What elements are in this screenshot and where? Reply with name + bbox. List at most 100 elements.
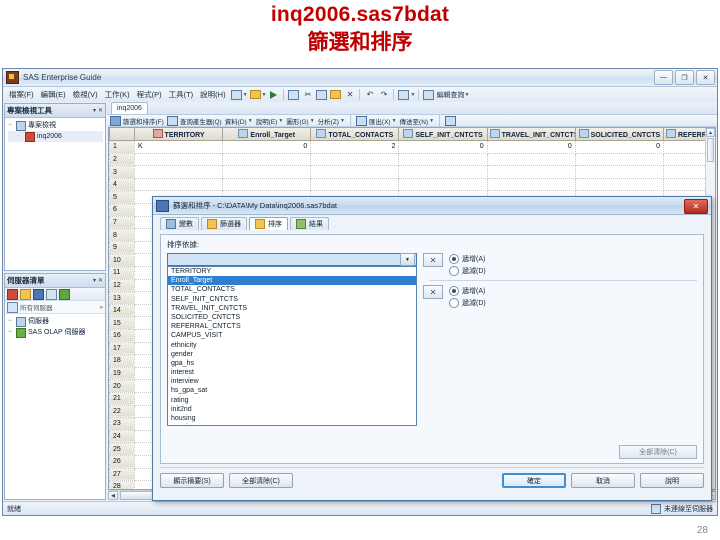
row-number[interactable]: 21 bbox=[109, 391, 135, 406]
table-cell[interactable] bbox=[574, 152, 665, 167]
column-header-travel-init[interactable]: TRAVEL_INIT_CNTCTS bbox=[486, 128, 576, 142]
expand-chevron-icon-olap[interactable]: − bbox=[8, 327, 14, 338]
row-number[interactable]: 14 bbox=[109, 303, 135, 318]
row-number[interactable]: 24 bbox=[109, 429, 135, 444]
export-chevron-down-icon[interactable]: ▼ bbox=[392, 118, 397, 124]
row-number[interactable]: 28 bbox=[109, 480, 135, 489]
row-number[interactable]: 4 bbox=[109, 177, 135, 192]
tab-filter[interactable]: 篩選器 bbox=[201, 217, 247, 230]
menu-file[interactable]: 檔案(F) bbox=[6, 88, 37, 101]
properties-icon[interactable] bbox=[445, 115, 457, 126]
clear-sort-2-button[interactable]: ✕ bbox=[423, 285, 443, 299]
sort-2-ascending[interactable]: 遞增(A) bbox=[449, 286, 486, 296]
table-cell[interactable] bbox=[310, 165, 400, 179]
column-header-total-contacts[interactable]: TOTAL_CONTACTS bbox=[310, 128, 400, 142]
server-tree-item-servers[interactable]: − 伺服器 bbox=[8, 316, 103, 327]
dropdown-option[interactable]: hs_gpa_sat bbox=[168, 386, 416, 395]
project-pane-menu-icon[interactable]: ▾ bbox=[93, 107, 96, 114]
table-cell[interactable] bbox=[574, 165, 665, 179]
menu-help[interactable]: 說明(H) bbox=[197, 88, 228, 101]
table-cell[interactable] bbox=[222, 152, 312, 167]
dropdown-option[interactable]: init2nd bbox=[168, 405, 416, 414]
sort-column-dropdown[interactable]: TERRITORY Enroll_Target TOTAL_CONTACTS SELF… bbox=[167, 266, 417, 426]
project-tree-root[interactable]: − 專案檢視 bbox=[8, 120, 103, 131]
minimize-button[interactable]: — bbox=[654, 70, 673, 85]
dropdown-option[interactable]: rating bbox=[168, 396, 416, 405]
dropdown-option[interactable]: TOTAL_CONTACTS bbox=[168, 285, 416, 294]
table-cell[interactable]: 0 bbox=[574, 140, 665, 154]
server-tree-item-olap[interactable]: − SAS OLAP 伺服器 bbox=[8, 327, 103, 338]
save-icon[interactable] bbox=[287, 88, 300, 101]
menu-program[interactable]: 程式(P) bbox=[134, 88, 165, 101]
clear-all-button[interactable]: 全部清除(C) bbox=[619, 445, 697, 459]
dropdown-option[interactable]: SELF_INIT_CNTCTS bbox=[168, 295, 416, 304]
analyze-chevron-down-icon[interactable]: ▼ bbox=[340, 118, 345, 124]
row-number[interactable]: 18 bbox=[109, 354, 135, 368]
table-cell[interactable] bbox=[398, 152, 488, 167]
help-button[interactable]: 說明 bbox=[640, 473, 704, 488]
dropdown-option[interactable]: Enroll_Target bbox=[168, 276, 416, 286]
edit-query-label[interactable]: 編輯查詢 bbox=[436, 90, 464, 100]
dialog-close-button[interactable]: ✕ bbox=[684, 199, 708, 214]
server-pane-menu-icon[interactable]: ▾ bbox=[93, 277, 96, 284]
row-number[interactable]: 16 bbox=[109, 329, 135, 343]
row-number[interactable]: 12 bbox=[109, 278, 135, 293]
row-number[interactable]: 7 bbox=[109, 215, 135, 230]
refresh-icon[interactable] bbox=[7, 288, 18, 300]
delete-icon[interactable]: ✕ bbox=[343, 88, 356, 101]
query-builder-icon[interactable] bbox=[422, 88, 435, 101]
filter-icon[interactable] bbox=[59, 288, 70, 300]
table-cell[interactable] bbox=[486, 177, 576, 192]
table-cell[interactable] bbox=[486, 165, 576, 179]
project-pane-close-icon[interactable]: ✕ bbox=[98, 107, 103, 114]
table-cell[interactable] bbox=[574, 177, 665, 192]
row-number[interactable]: 20 bbox=[109, 379, 135, 393]
server-icon[interactable] bbox=[33, 288, 44, 300]
row-number[interactable]: 8 bbox=[109, 228, 135, 242]
open-dropdown-chevron-icon[interactable]: ▼ bbox=[262, 92, 267, 98]
dropdown-option[interactable]: gender bbox=[168, 350, 416, 359]
row-number[interactable]: 22 bbox=[109, 404, 135, 419]
row-number[interactable]: 5 bbox=[109, 190, 135, 205]
dropdown-option[interactable]: SOLICITED_CNTCTS bbox=[168, 313, 416, 322]
clear-sort-1-button[interactable]: ✕ bbox=[423, 253, 443, 267]
analyze-menu-button[interactable]: 分析(Z) ▼ bbox=[318, 116, 345, 126]
export-menu-button[interactable]: 匯出(X) ▼ bbox=[355, 115, 397, 126]
menu-tools[interactable]: 工具(T) bbox=[166, 88, 197, 101]
dropdown-option[interactable]: gpa_hs bbox=[168, 359, 416, 368]
paste-icon[interactable] bbox=[329, 88, 342, 101]
ok-button[interactable]: 確定 bbox=[502, 473, 566, 488]
sort-1-descending[interactable]: 遞減(D) bbox=[449, 266, 486, 276]
query-dropdown-chevron-icon[interactable]: ▼ bbox=[464, 92, 469, 98]
table-cell[interactable]: 0 bbox=[398, 140, 488, 154]
column-header-solicited[interactable]: SOLICITED_CNTCTS bbox=[574, 128, 665, 142]
table-cell[interactable] bbox=[398, 177, 488, 192]
row-number[interactable]: 15 bbox=[109, 316, 135, 330]
table-cell[interactable]: 2 bbox=[310, 140, 400, 154]
new-dropdown-chevron-icon[interactable]: ▼ bbox=[243, 92, 248, 98]
row-number[interactable]: 13 bbox=[109, 291, 135, 305]
describe-menu-button[interactable]: 說明(E) ▼ bbox=[256, 116, 284, 126]
row-number[interactable]: 6 bbox=[109, 203, 135, 217]
sort-1-ascending[interactable]: 遞增(A) bbox=[449, 254, 486, 264]
row-number[interactable]: 2 bbox=[109, 152, 135, 167]
radio-ascending-1[interactable] bbox=[449, 254, 459, 264]
radio-descending-2[interactable] bbox=[449, 298, 459, 308]
cancel-button[interactable]: 取消 bbox=[571, 473, 635, 488]
project-tree-item-inq2006[interactable]: · inq2006 bbox=[8, 131, 103, 142]
row-number[interactable]: 25 bbox=[109, 442, 135, 456]
sendto-chevron-down-icon[interactable]: ▼ bbox=[429, 118, 434, 124]
table-cell[interactable]: 0 bbox=[222, 140, 312, 154]
row-number[interactable]: 17 bbox=[109, 341, 135, 356]
globe-icon[interactable] bbox=[46, 288, 57, 300]
vertical-scroll-thumb[interactable] bbox=[707, 138, 714, 163]
row-number[interactable]: 23 bbox=[109, 417, 135, 431]
column-header-territory[interactable]: TERRITORY bbox=[133, 128, 224, 142]
filter-and-sort-button[interactable]: 篩選和排序(F) bbox=[110, 115, 164, 126]
sort-column-combo-1[interactable]: ▼ bbox=[167, 253, 417, 266]
server-pane-search[interactable]: 所有伺服器 » bbox=[5, 301, 105, 314]
table-cell[interactable] bbox=[486, 152, 576, 167]
row-number[interactable]: 1 bbox=[109, 140, 135, 154]
menu-view[interactable]: 檢視(V) bbox=[70, 88, 101, 101]
server-search-more-icon[interactable]: » bbox=[99, 304, 103, 311]
